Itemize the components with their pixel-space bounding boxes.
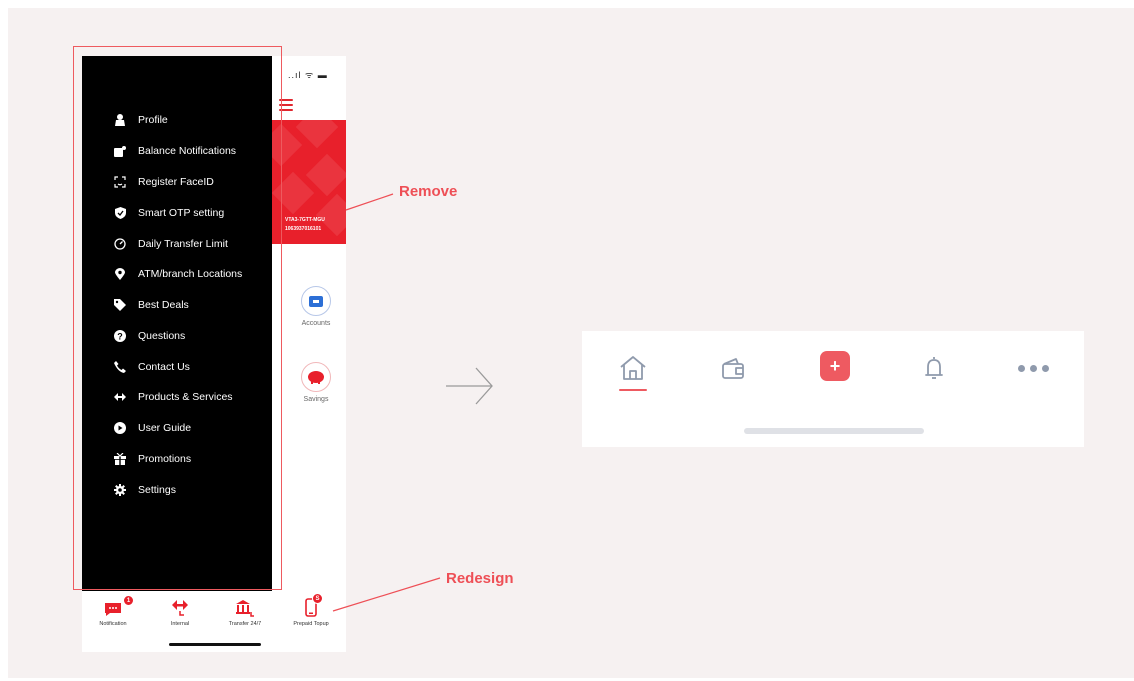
wallet-icon <box>722 358 744 379</box>
redesign-annotation: Redesign <box>446 570 514 587</box>
nav-notifications[interactable] <box>918 354 950 382</box>
nav-wallet[interactable] <box>718 354 750 382</box>
plus-icon: + <box>820 351 850 381</box>
nav-more[interactable] <box>1008 358 1058 378</box>
right-arrow-icon <box>446 367 493 405</box>
nav-add[interactable]: + <box>817 350 853 382</box>
redesigned-home-indicator <box>744 428 924 434</box>
nav-home[interactable] <box>617 354 649 382</box>
remove-annotation: Remove <box>399 183 458 200</box>
home-icon <box>620 356 646 380</box>
bell-icon <box>925 357 943 379</box>
active-tab-indicator <box>619 389 647 391</box>
more-icon <box>1017 364 1049 372</box>
